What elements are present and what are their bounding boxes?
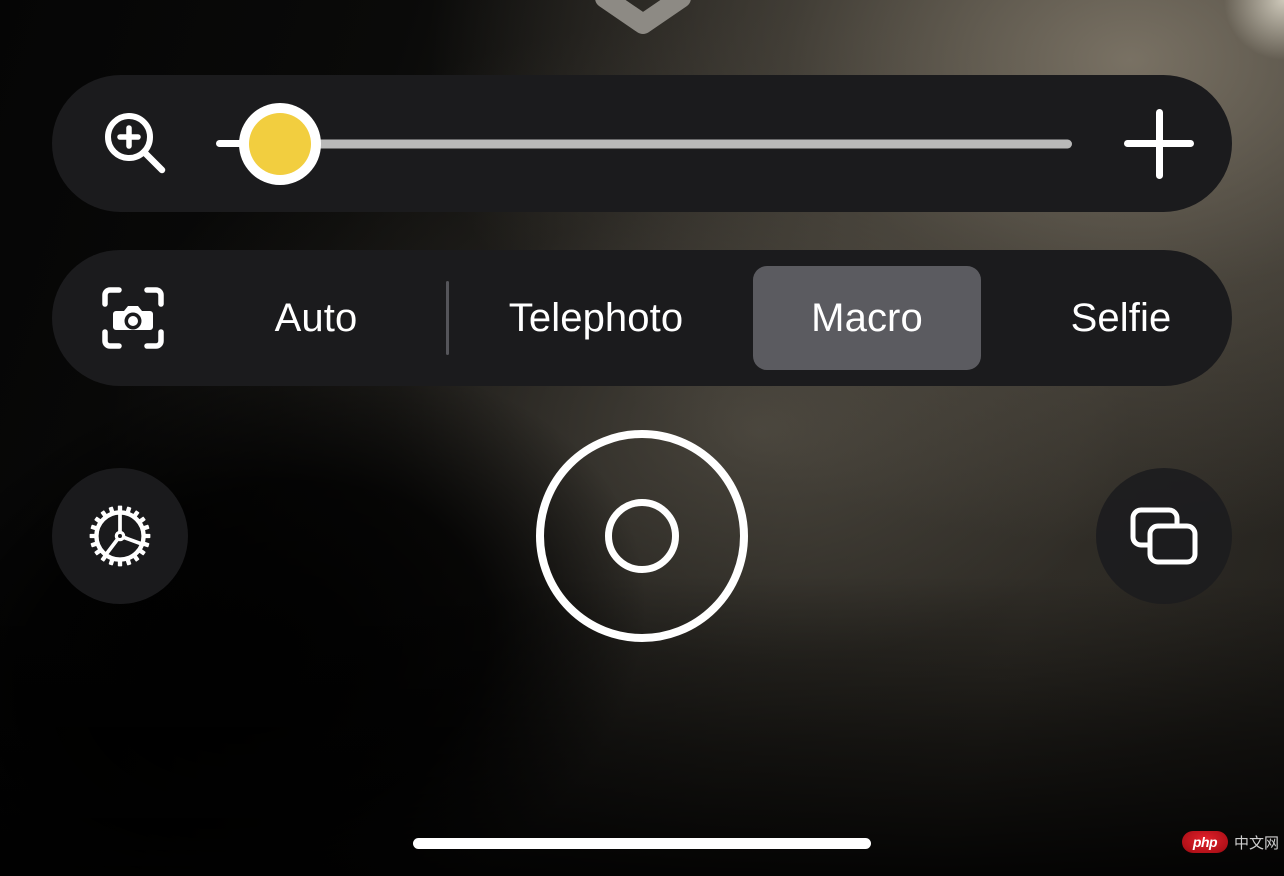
shutter-inner-ring (605, 499, 679, 573)
php-logo: php (1182, 831, 1228, 853)
capture-mode-bar: Auto Telephoto Macro Selfie (52, 250, 1232, 386)
zoom-slider-track[interactable] (282, 139, 1072, 148)
magnifier-plus-icon (105, 112, 166, 173)
mode-divider (446, 281, 449, 355)
camera-frame-icon (102, 287, 164, 349)
zoom-slider-thumb[interactable] (239, 102, 321, 185)
mode-item-telephoto[interactable]: Telephoto (471, 266, 721, 370)
watermark: php 中文网 (1182, 831, 1279, 853)
camera-viewfinder[interactable]: Auto Telephoto Macro Selfie php 中文网 (0, 0, 1284, 876)
chevron-down-icon (595, 0, 691, 34)
mode-item-macro[interactable]: Macro (753, 266, 981, 370)
gallery-button[interactable] (1096, 468, 1232, 604)
capture-mode-list: Auto Telephoto Macro Selfie (164, 250, 1232, 386)
collapse-controls-handle[interactable] (591, 0, 695, 34)
shutter-button[interactable] (536, 430, 748, 642)
mode-item-selfie[interactable]: Selfie (1021, 266, 1221, 370)
zoom-in-button[interactable] (1124, 108, 1194, 179)
layers-icon (1130, 507, 1198, 565)
plus-icon-vertical (1155, 108, 1163, 179)
gear-icon (89, 505, 151, 567)
zoom-slider-thumb-fill (249, 112, 311, 175)
home-indicator[interactable] (413, 838, 871, 849)
zoom-slider[interactable] (239, 96, 1072, 192)
watermark-text: 中文网 (1234, 834, 1280, 852)
settings-button[interactable] (52, 468, 188, 604)
mode-item-auto[interactable]: Auto (208, 266, 424, 370)
zoom-control-bar (52, 75, 1232, 212)
